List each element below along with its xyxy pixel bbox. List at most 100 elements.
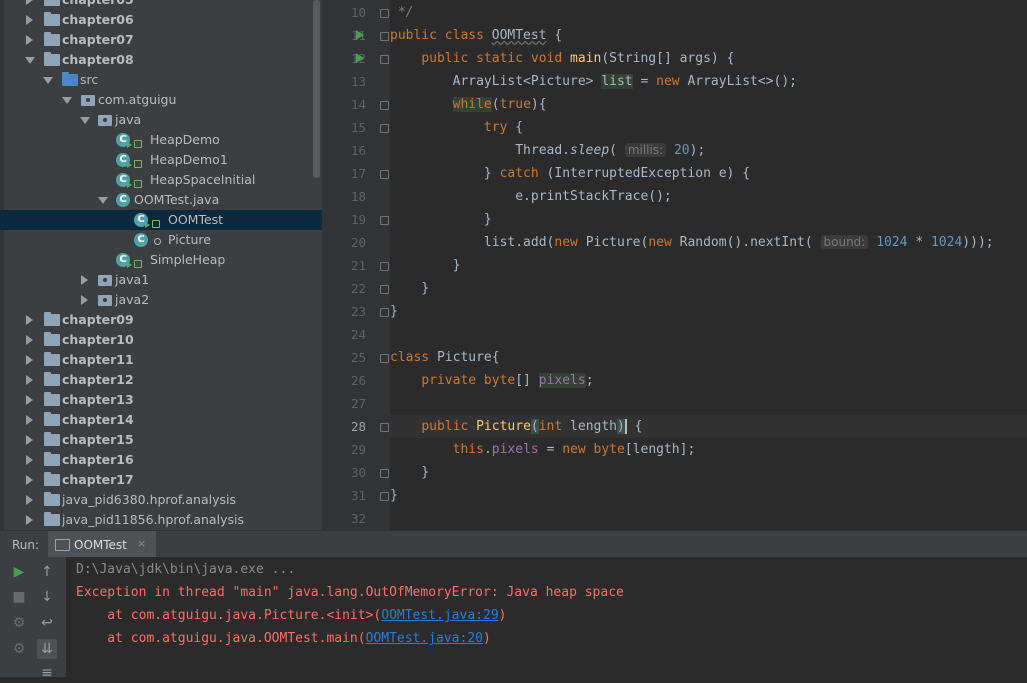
- tree-item-heapdemo1[interactable]: C HeapDemo1: [0, 150, 322, 170]
- expand-arrow-icon[interactable]: [26, 395, 33, 405]
- tree-item-com-atguigu[interactable]: com.atguigu: [0, 90, 322, 110]
- tree-item-chapter06[interactable]: chapter06: [0, 10, 322, 30]
- print-icon[interactable]: ≡: [37, 663, 57, 683]
- expand-arrow-icon[interactable]: [26, 515, 33, 525]
- tree-item-hprof-11856[interactable]: java_pid11856.hprof.analysis: [0, 510, 322, 530]
- fold-icon[interactable]: [380, 55, 389, 64]
- fold-icon[interactable]: [380, 354, 389, 363]
- tree-item-java[interactable]: java: [0, 110, 322, 130]
- line-number: 13: [350, 74, 366, 89]
- run-toolbar: ▶ ↑ ■ ↓ ⚙ ↩ ⚙ ⇊ ≡: [0, 557, 66, 681]
- tree-item-src[interactable]: src: [0, 70, 322, 90]
- lock-icon: [134, 180, 142, 188]
- tree-item-java1[interactable]: java1: [0, 270, 322, 290]
- code-line: try {: [483, 120, 524, 135]
- fold-icon[interactable]: [380, 9, 389, 18]
- tree-item-label: HeapDemo1: [150, 152, 228, 167]
- expand-arrow-icon[interactable]: [26, 35, 33, 45]
- expand-arrow-icon[interactable]: [26, 435, 33, 445]
- source-link[interactable]: OOMTest.java:20: [366, 631, 483, 646]
- tree-item-simpleheap[interactable]: C SimpleHeap: [0, 250, 322, 270]
- collapse-arrow-icon[interactable]: [62, 97, 72, 104]
- fold-icon[interactable]: [380, 124, 389, 133]
- tree-item-chapter08[interactable]: chapter08: [0, 50, 322, 70]
- line-number: 14: [350, 97, 366, 112]
- tree-item-chapter16[interactable]: chapter16: [0, 450, 322, 470]
- fold-icon[interactable]: [380, 423, 389, 432]
- soft-wrap-icon[interactable]: ↩: [37, 613, 57, 633]
- settings-icon[interactable]: ⚙: [9, 639, 29, 659]
- tree-item-chapter07[interactable]: chapter07: [0, 30, 322, 50]
- run-main-icon[interactable]: [356, 53, 364, 63]
- collapse-arrow-icon[interactable]: [80, 117, 90, 124]
- trace-text: at com.atguigu.java.OOMTest.main(: [76, 631, 366, 646]
- tree-item-chapter09[interactable]: chapter09: [0, 310, 322, 330]
- fold-icon[interactable]: [380, 170, 389, 179]
- code-editor[interactable]: */ public class OOMTest { public static …: [390, 0, 1027, 530]
- scroll-down-icon[interactable]: ↓: [37, 587, 57, 607]
- fold-icon[interactable]: [380, 32, 389, 41]
- code-line: class Picture{: [390, 350, 500, 365]
- dump-threads-icon[interactable]: ⚙: [9, 613, 29, 633]
- expand-arrow-icon[interactable]: [26, 455, 33, 465]
- expand-arrow-icon[interactable]: [26, 0, 33, 5]
- run-badge-icon: [127, 142, 132, 148]
- java-file-icon: C: [116, 193, 130, 207]
- fold-icon[interactable]: [380, 492, 389, 501]
- console-output[interactable]: D:\Java\jdk\bin\java.exe ... Exception i…: [66, 557, 1027, 677]
- tree-item-heapspaceinitial[interactable]: C HeapSpaceInitial: [0, 170, 322, 190]
- tree-item-chapter15[interactable]: chapter15: [0, 430, 322, 450]
- expand-arrow-icon[interactable]: [26, 315, 33, 325]
- code-line: private byte[] pixels;: [421, 373, 594, 388]
- run-class-icon[interactable]: [356, 30, 364, 40]
- folder-icon: [44, 352, 60, 366]
- stop-icon[interactable]: ■: [9, 587, 29, 607]
- run-badge-icon: [127, 182, 132, 188]
- fold-icon[interactable]: [380, 308, 389, 317]
- collapse-arrow-icon[interactable]: [98, 197, 108, 204]
- tree-item-label: java_pid11856.hprof.analysis: [62, 512, 244, 527]
- folder-icon: [44, 0, 60, 6]
- run-config-icon: [55, 539, 70, 551]
- tree-item-chapter12[interactable]: chapter12: [0, 370, 322, 390]
- expand-arrow-icon[interactable]: [26, 375, 33, 385]
- tree-item-chapter14[interactable]: chapter14: [0, 410, 322, 430]
- line-number: 29: [350, 442, 366, 457]
- expand-arrow-icon[interactable]: [26, 475, 33, 485]
- expand-arrow-icon[interactable]: [81, 295, 88, 305]
- expand-arrow-icon[interactable]: [26, 415, 33, 425]
- folder-icon: [44, 32, 60, 46]
- expand-arrow-icon[interactable]: [26, 355, 33, 365]
- fold-icon[interactable]: [380, 262, 389, 271]
- tree-item-chapter10[interactable]: chapter10: [0, 330, 322, 350]
- tree-item-heapdemo[interactable]: C HeapDemo: [0, 130, 322, 150]
- fold-icon[interactable]: [380, 101, 389, 110]
- code-line: public class OOMTest {: [390, 28, 563, 43]
- tree-item-oomtest-java[interactable]: C OOMTest.java: [0, 190, 322, 210]
- source-link[interactable]: OOMTest.java:29: [381, 608, 498, 623]
- close-icon[interactable]: ×: [137, 537, 146, 550]
- fold-icon[interactable]: [380, 216, 389, 225]
- run-tab-oomtest[interactable]: OOMTest ×: [48, 531, 156, 558]
- expand-arrow-icon[interactable]: [26, 335, 33, 345]
- fold-icon[interactable]: [380, 469, 389, 478]
- tree-item-java2[interactable]: java2: [0, 290, 322, 310]
- line-number: 30: [350, 465, 366, 480]
- tree-item-chapter11[interactable]: chapter11: [0, 350, 322, 370]
- tree-item-chapter05[interactable]: chapter05: [0, 0, 322, 10]
- collapse-arrow-icon[interactable]: [25, 57, 35, 64]
- tree-scrollbar[interactable]: [313, 0, 320, 178]
- fold-icon[interactable]: [380, 285, 389, 294]
- scroll-up-icon[interactable]: ↑: [37, 562, 57, 582]
- tree-item-picture[interactable]: C Picture: [0, 230, 322, 250]
- expand-arrow-icon[interactable]: [26, 495, 33, 505]
- rerun-icon[interactable]: ▶: [9, 562, 29, 582]
- tree-item-oomtest[interactable]: C OOMTest: [0, 210, 322, 230]
- expand-arrow-icon[interactable]: [81, 275, 88, 285]
- tree-item-chapter13[interactable]: chapter13: [0, 390, 322, 410]
- tree-item-chapter17[interactable]: chapter17: [0, 470, 322, 490]
- tree-item-hprof-6380[interactable]: java_pid6380.hprof.analysis: [0, 490, 322, 510]
- collapse-arrow-icon[interactable]: [43, 77, 53, 84]
- scroll-to-end-icon[interactable]: ⇊: [37, 639, 57, 659]
- expand-arrow-icon[interactable]: [26, 15, 33, 25]
